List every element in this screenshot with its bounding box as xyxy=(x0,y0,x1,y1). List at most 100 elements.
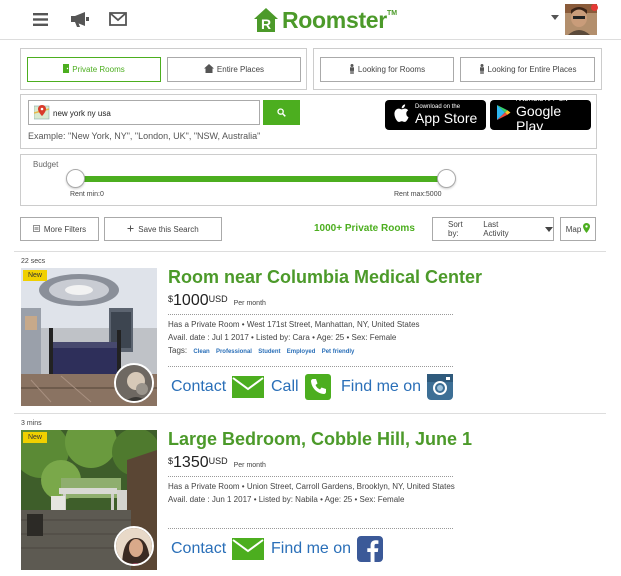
envelope-icon xyxy=(232,376,265,398)
divider xyxy=(14,413,606,414)
top-header: R Roomster TM xyxy=(0,0,621,40)
divider xyxy=(14,251,606,252)
app-store-title: App Store xyxy=(415,110,478,126)
trademark: TM xyxy=(386,9,398,17)
tab-looking-for-rooms[interactable]: Looking for Rooms xyxy=(320,57,454,82)
house-icon xyxy=(203,64,214,75)
budget-max-handle[interactable] xyxy=(437,169,456,188)
listing-time-ago: 22 secs xyxy=(21,258,46,265)
google-play-badge[interactable]: ANDROID APP ON Google Play xyxy=(490,97,591,133)
tab-entire-places[interactable]: Entire Places xyxy=(167,57,301,82)
rent-min-label: Rent min: xyxy=(70,191,100,198)
person-icon xyxy=(479,63,485,76)
sort-label: Sort by: xyxy=(448,220,463,238)
budget-slider-track[interactable] xyxy=(75,176,447,182)
notification-dot xyxy=(591,4,598,11)
currency-symbol: $ xyxy=(168,294,174,304)
instagram-icon xyxy=(427,374,454,400)
rent-max-readout: Rent max:5000 xyxy=(394,191,441,198)
currency-symbol: $ xyxy=(168,456,174,466)
listing-price: $1000USD Per month xyxy=(168,292,266,310)
map-marker-icon xyxy=(583,223,591,235)
svg-text:R: R xyxy=(261,16,271,32)
map-pin-icon xyxy=(33,104,50,126)
listing-price: $1350USD Per month xyxy=(168,454,266,472)
call-label: Call xyxy=(271,378,299,395)
rent-max-label: Rent max: xyxy=(394,191,426,198)
envelope-icon xyxy=(232,538,265,560)
search-button[interactable] xyxy=(263,100,300,125)
budget-min-handle[interactable] xyxy=(66,169,85,188)
dotted-separator xyxy=(168,476,453,477)
google-play-icon xyxy=(496,104,511,126)
new-badge: New xyxy=(23,432,47,443)
hamburger-menu-icon[interactable] xyxy=(33,13,48,31)
search-icon xyxy=(277,105,286,120)
filter-list-icon xyxy=(32,224,40,234)
dotted-separator xyxy=(168,366,453,367)
sort-dropdown[interactable]: Sort by: Last Activity xyxy=(432,217,554,241)
find-me-label: Find me on xyxy=(271,540,352,557)
tag[interactable]: Student xyxy=(258,349,280,355)
contact-label: Contact xyxy=(171,540,227,557)
search-example: Example: "New York, NY", "London, UK", "… xyxy=(28,131,261,141)
person-icon xyxy=(349,63,355,76)
google-play-title: Google Play xyxy=(516,102,562,134)
results-count: 1000+ Private Rooms xyxy=(314,223,415,234)
tab-label: Private Rooms xyxy=(72,65,125,74)
roomster-logo[interactable]: R Roomster TM xyxy=(252,6,397,34)
listing-tags: Tags: Clean Professional Student Employe… xyxy=(168,346,354,355)
more-filters-button[interactable]: More Filters xyxy=(20,217,99,241)
listing-time-ago: 3 mins xyxy=(21,420,42,427)
tag[interactable]: Professional xyxy=(216,349,252,355)
tags-label: Tags: xyxy=(168,346,188,355)
brand-name: Roomster xyxy=(282,6,387,33)
search-field[interactable] xyxy=(28,100,260,125)
listing-location: Has a Private Room • Union Street, Carro… xyxy=(168,482,455,491)
facebook-icon xyxy=(357,536,384,562)
listing-title[interactable]: Large Bedroom, Cobble Hill, June 1 xyxy=(168,429,472,450)
chevron-down-icon[interactable] xyxy=(551,15,559,20)
lister-photo[interactable] xyxy=(114,526,154,566)
price-amount: 1000 xyxy=(173,292,209,309)
tab-label: Looking for Rooms xyxy=(357,65,426,74)
price-period: Per month xyxy=(233,462,266,469)
tab-label: Looking for Entire Places xyxy=(487,65,577,74)
chevron-down-icon xyxy=(545,226,553,232)
find-me-label: Find me on xyxy=(341,378,422,395)
phone-icon xyxy=(304,374,331,400)
tag[interactable]: Clean xyxy=(193,349,209,355)
rent-min-readout: Rent min:0 xyxy=(70,191,104,198)
contact-button[interactable]: Contact xyxy=(171,376,265,398)
find-me-on-facebook[interactable]: Find me on xyxy=(271,536,384,562)
find-me-on-instagram[interactable]: Find me on xyxy=(341,374,454,400)
call-button[interactable]: Call xyxy=(271,374,331,400)
save-search-label: Save this Search xyxy=(138,224,199,234)
listing-location: Has a Private Room • West 171st Street, … xyxy=(168,320,420,329)
budget-label: Budget xyxy=(33,160,59,169)
house-logo-icon: R xyxy=(252,6,280,34)
currency-code: USD xyxy=(208,456,228,466)
contact-button[interactable]: Contact xyxy=(171,538,265,560)
tag[interactable]: Pet friendly xyxy=(322,349,355,355)
app-store-badge[interactable]: Download on the App Store xyxy=(385,100,486,130)
dotted-separator xyxy=(168,528,453,529)
door-icon xyxy=(63,64,70,75)
tab-label: Entire Places xyxy=(216,65,265,74)
lister-photo[interactable] xyxy=(114,363,154,403)
more-filters-label: More Filters xyxy=(43,224,87,234)
price-amount: 1350 xyxy=(173,454,209,471)
megaphone-icon[interactable] xyxy=(70,11,90,32)
tab-private-rooms[interactable]: Private Rooms xyxy=(27,57,161,82)
tag[interactable]: Employed xyxy=(287,349,316,355)
rent-min-value: 0 xyxy=(99,191,104,198)
save-search-button[interactable]: Save this Search xyxy=(104,217,222,241)
price-period: Per month xyxy=(233,300,266,307)
listing-title[interactable]: Room near Columbia Medical Center xyxy=(168,267,482,288)
tab-looking-for-entire-places[interactable]: Looking for Entire Places xyxy=(460,57,595,82)
search-input[interactable] xyxy=(53,105,253,121)
listing-details: Avail. date : Jun 1 2017 • Listed by: Na… xyxy=(168,495,405,504)
new-badge: New xyxy=(23,270,47,281)
map-button[interactable]: Map xyxy=(560,217,596,241)
envelope-icon[interactable] xyxy=(109,12,127,31)
